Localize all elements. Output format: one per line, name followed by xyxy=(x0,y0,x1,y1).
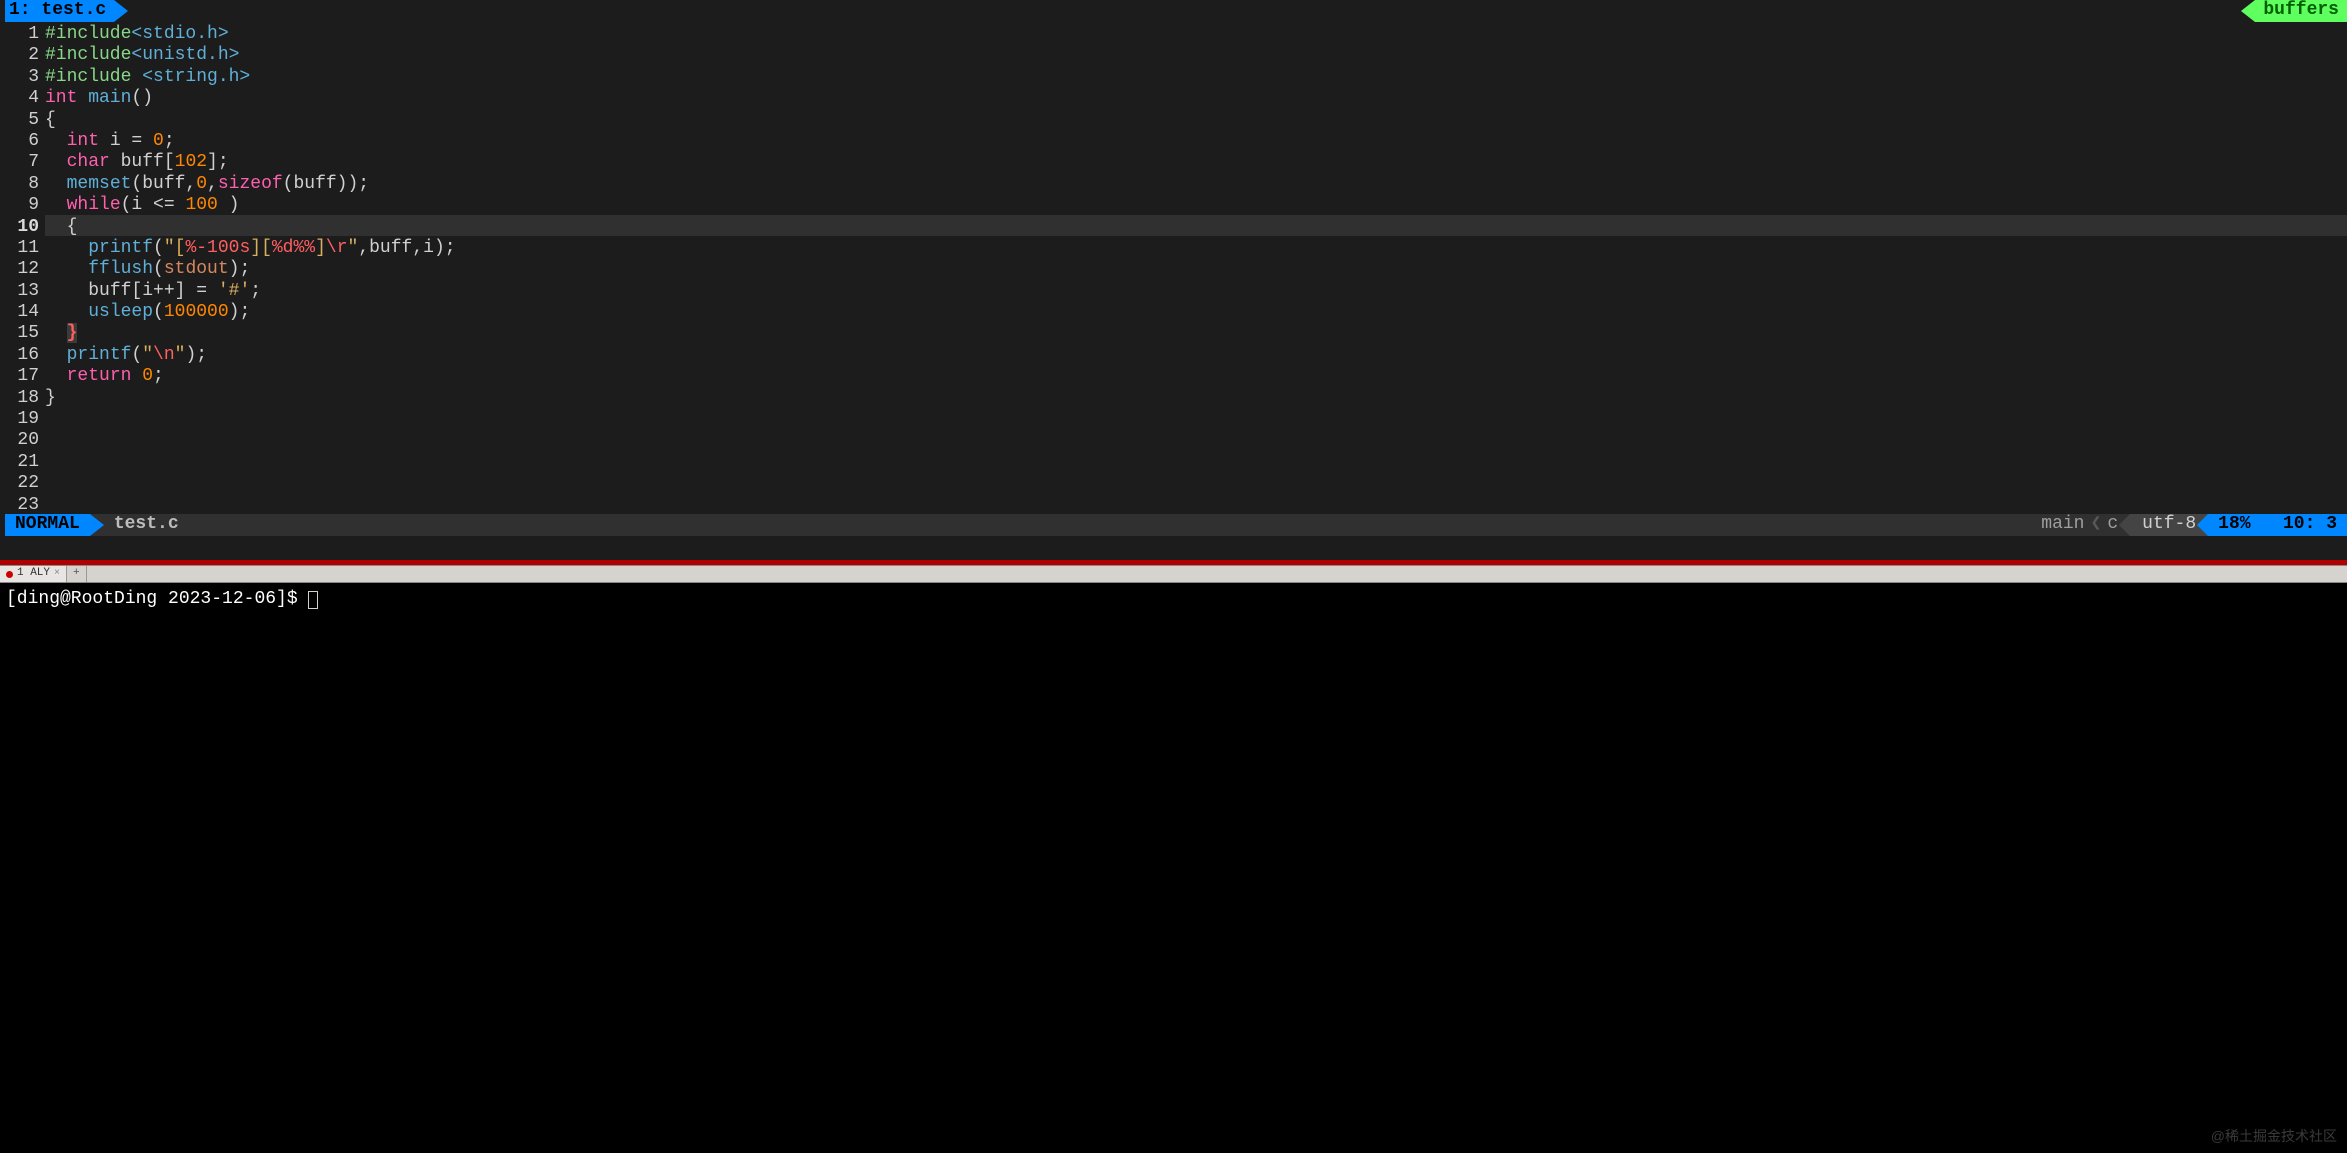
code-line[interactable]: printf("[%-100s][%d%%]\r",buff,i); xyxy=(45,236,2347,257)
line-number: 1 xyxy=(5,22,39,43)
code-line[interactable]: while(i <= 100 ) xyxy=(45,193,2347,214)
code-line-empty[interactable] xyxy=(45,428,2347,449)
line-number: 15 xyxy=(5,321,39,342)
status-filename-label: test.c xyxy=(114,512,179,537)
plus-icon: + xyxy=(73,566,80,581)
terminal-pane[interactable]: [ding@RootDing 2023-12-06]$ xyxy=(0,583,2347,1153)
line-number: 4 xyxy=(5,86,39,107)
terminal-tab-label: 1 ALY xyxy=(17,566,50,581)
line-number: 6 xyxy=(5,129,39,150)
code-line[interactable]: buff[i++] = '#'; xyxy=(45,279,2347,300)
line-number: 20 xyxy=(5,428,39,449)
code-line-current[interactable]: { xyxy=(45,215,2347,236)
code-line[interactable]: } xyxy=(45,386,2347,407)
status-filename: test.c xyxy=(90,514,189,536)
code-line[interactable]: fflush(stdout); xyxy=(45,257,2347,278)
code-line[interactable]: int main() xyxy=(45,86,2347,107)
status-position: 18% 10: 3 xyxy=(2208,514,2347,536)
line-number: 16 xyxy=(5,343,39,364)
line-number: 19 xyxy=(5,407,39,428)
buffer-tab-label: 1: test.c xyxy=(9,0,106,24)
status-git-branch: main ❮ c xyxy=(2029,514,2130,536)
code-line[interactable]: #include<unistd.h> xyxy=(45,43,2347,64)
code-line[interactable]: #include<stdio.h> xyxy=(45,22,2347,43)
line-number: 21 xyxy=(5,450,39,471)
line-number: 11 xyxy=(5,236,39,257)
separator-icon: ❮ xyxy=(2085,512,2108,537)
code-line-empty[interactable] xyxy=(45,493,2347,514)
code-line[interactable]: memset(buff,0,sizeof(buff)); xyxy=(45,172,2347,193)
code-line-empty[interactable] xyxy=(45,407,2347,428)
buffers-label: buffers xyxy=(2263,0,2339,24)
encoding-label: utf-8 xyxy=(2142,512,2196,537)
line-number: 8 xyxy=(5,172,39,193)
line-number: 23 xyxy=(5,493,39,514)
code-line[interactable]: usleep(100000); xyxy=(45,300,2347,321)
status-line: NORMAL test.c main ❮ c utf-8 18% 10: 3 xyxy=(5,514,2347,536)
line-number: 5 xyxy=(5,108,39,129)
buffers-indicator[interactable]: buffers xyxy=(2255,0,2347,22)
line-number: 7 xyxy=(5,150,39,171)
line-number: 3 xyxy=(5,65,39,86)
line-number: 13 xyxy=(5,279,39,300)
vim-mode-label: NORMAL xyxy=(15,512,80,537)
line-number: 10 xyxy=(5,215,39,236)
shell-prompt: [ding@RootDing 2023-12-06]$ xyxy=(6,589,308,609)
tab-bar: 1: test.c buffers xyxy=(5,0,2347,22)
watermark-text: @稀土掘金技术社区 xyxy=(2211,1128,2337,1144)
status-spacer xyxy=(189,514,2030,536)
cursor-icon xyxy=(308,591,318,609)
code-line[interactable]: printf("\n"); xyxy=(45,343,2347,364)
code-line[interactable]: { xyxy=(45,108,2347,129)
filetype-label: c xyxy=(2107,512,2118,537)
code-line[interactable]: } xyxy=(45,321,2347,342)
line-number: 12 xyxy=(5,257,39,278)
code-line-empty[interactable] xyxy=(45,450,2347,471)
close-icon[interactable]: × xyxy=(54,567,60,581)
line-number: 22 xyxy=(5,471,39,492)
line-number: 17 xyxy=(5,364,39,385)
buffer-tab[interactable]: 1: test.c xyxy=(5,0,114,22)
activity-dot-icon xyxy=(6,571,13,578)
watermark: @稀土掘金技术社区 xyxy=(2211,1127,2337,1147)
editor-pane: 1: test.c buffers 1234567891011121314151… xyxy=(0,0,2347,560)
terminal-line[interactable]: [ding@RootDing 2023-12-06]$ xyxy=(6,587,2341,612)
line-number: 18 xyxy=(5,386,39,407)
add-tab-button[interactable]: + xyxy=(67,566,87,582)
code-line[interactable]: char buff[102]; xyxy=(45,150,2347,171)
line-number: 2 xyxy=(5,43,39,64)
code-line[interactable]: #include <string.h> xyxy=(45,65,2347,86)
command-line[interactable] xyxy=(5,536,2347,558)
line-col-label: 10: 3 xyxy=(2283,512,2337,537)
git-branch-label: main xyxy=(2041,512,2084,537)
terminal-tab-bar: 1 ALY × + xyxy=(0,565,2347,583)
line-number-gutter: 1234567891011121314151617181920212223 xyxy=(5,22,45,514)
vim-mode-indicator: NORMAL xyxy=(5,514,90,536)
code-line[interactable]: return 0; xyxy=(45,364,2347,385)
position-gap xyxy=(2251,512,2283,537)
line-number: 9 xyxy=(5,193,39,214)
code-lines[interactable]: #include<stdio.h> #include<unistd.h> #in… xyxy=(45,22,2347,514)
code-line[interactable]: int i = 0; xyxy=(45,129,2347,150)
code-line-empty[interactable] xyxy=(45,471,2347,492)
percent-label: 18% xyxy=(2218,512,2250,537)
line-number: 14 xyxy=(5,300,39,321)
terminal-tab[interactable]: 1 ALY × xyxy=(0,566,67,582)
code-area[interactable]: 1234567891011121314151617181920212223 #i… xyxy=(5,22,2347,514)
